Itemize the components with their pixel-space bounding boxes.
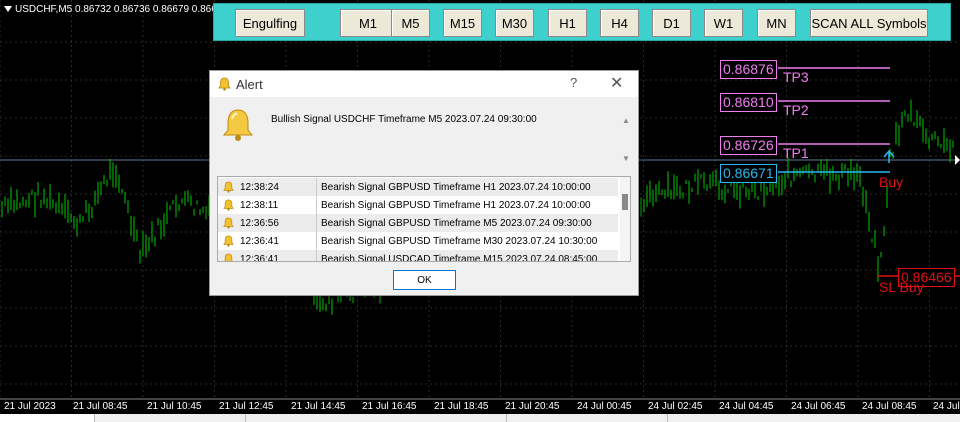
x-tick-label: 24 Jul <box>933 401 960 412</box>
list-item-message: Bearish Signal GBPUSD Timeframe H1 2023.… <box>321 200 591 211</box>
tp3-tag: TP3 <box>783 69 809 85</box>
m5-button[interactable]: M5 <box>391 9 430 37</box>
bell-icon <box>223 199 234 211</box>
w1-button[interactable]: W1 <box>704 9 743 37</box>
list-item-time: 12:36:41 <box>240 254 279 262</box>
list-item-time: 12:36:56 <box>240 218 279 229</box>
scrollbar-thumb[interactable] <box>622 194 628 210</box>
d1-button[interactable]: D1 <box>652 9 691 37</box>
chart-tab[interactable] <box>95 414 246 422</box>
x-tick-label: 24 Jul 00:45 <box>577 401 632 412</box>
chart-tab-strip[interactable] <box>0 414 960 422</box>
timeframe-toolbar: Engulfing M1 M5 M15 M30 H1 H4 D1 W1 MN S… <box>213 3 951 41</box>
tp2-tag: TP2 <box>783 102 809 118</box>
large-bell-icon <box>222 109 254 141</box>
symbol-quote-text: USDCHF,M5 0.86732 0.86736 0.86679 0.8669… <box>15 4 228 15</box>
x-tick-label: 21 Jul 2023 <box>4 401 56 412</box>
x-tick-label: 24 Jul 08:45 <box>862 401 917 412</box>
x-tick-label: 21 Jul 12:45 <box>219 401 274 412</box>
tp1-price-label: 0.86726 <box>720 136 777 155</box>
scroll-down-icon[interactable]: ▼ <box>622 154 630 163</box>
bell-icon <box>223 235 234 247</box>
alert-message-text: Bullish Signal USDCHF Timeframe M5 2023.… <box>271 114 537 125</box>
tp2-price-label: 0.86810 <box>720 93 777 112</box>
m30-button[interactable]: M30 <box>495 9 534 37</box>
h4-button[interactable]: H4 <box>600 9 639 37</box>
symbol-title: USDCHF,M5 0.86732 0.86736 0.86679 0.8669… <box>4 4 228 15</box>
current-price-marker <box>955 155 960 165</box>
x-tick-label: 21 Jul 20:45 <box>505 401 560 412</box>
alert-dialog: Alert ? ✕ Bullish Signal USDCHF Timefram… <box>209 70 639 296</box>
x-tick-label: 24 Jul 02:45 <box>648 401 703 412</box>
chart-tab[interactable] <box>246 414 507 422</box>
list-item[interactable]: 12:36:41 Bearish Signal GBPUSD Timeframe… <box>218 232 618 250</box>
chart-tab[interactable] <box>0 414 95 422</box>
scroll-up-icon[interactable]: ▲ <box>622 116 630 125</box>
alert-message-area: Bullish Signal USDCHF Timeframe M5 2023.… <box>217 104 631 170</box>
list-item-message: Bearish Signal USDCAD Timeframe M15 2023… <box>321 254 598 262</box>
chart-tab[interactable] <box>507 414 668 422</box>
x-tick-label: 21 Jul 10:45 <box>147 401 202 412</box>
tp3-price-label: 0.86876 <box>720 60 777 79</box>
tp1-tag: TP1 <box>783 145 809 161</box>
bell-icon <box>218 77 231 91</box>
x-tick-label: 24 Jul 06:45 <box>791 401 846 412</box>
list-item[interactable]: 12:36:56 Bearish Signal GBPUSD Timeframe… <box>218 214 618 232</box>
scan-all-symbols-button[interactable]: SCAN ALL Symbols <box>810 9 928 37</box>
bell-icon <box>223 217 234 229</box>
h1-button[interactable]: H1 <box>548 9 587 37</box>
list-item[interactable]: 12:36:41 Bearish Signal USDCAD Timeframe… <box>218 250 618 262</box>
x-tick-label: 24 Jul 04:45 <box>719 401 774 412</box>
alert-history-list[interactable]: 12:38:24 Bearish Signal GBPUSD Timeframe… <box>217 176 631 262</box>
close-button[interactable]: ✕ <box>610 73 623 93</box>
entry-price-label: 0.86671 <box>720 164 777 183</box>
list-item-message: Bearish Signal GBPUSD Timeframe H1 2023.… <box>321 182 591 193</box>
sl-buy-tag: SL Buy <box>879 279 924 295</box>
engulfing-button[interactable]: Engulfing <box>235 9 305 37</box>
mn-button[interactable]: MN <box>757 9 796 37</box>
x-tick-label: 21 Jul 14:45 <box>291 401 346 412</box>
x-tick-label: 21 Jul 16:45 <box>362 401 417 412</box>
dialog-titlebar[interactable]: Alert ? ✕ <box>210 71 638 97</box>
ok-button[interactable]: OK <box>393 270 456 290</box>
bell-icon <box>223 181 234 193</box>
m1-button[interactable]: M1 <box>340 9 396 37</box>
list-item-time: 12:38:11 <box>240 200 279 211</box>
list-item[interactable]: 12:38:11 Bearish Signal GBPUSD Timeframe… <box>218 196 618 214</box>
list-item-time: 12:36:41 <box>240 236 279 247</box>
list-item[interactable]: 12:38:24 Bearish Signal GBPUSD Timeframe… <box>218 178 618 196</box>
list-item-message: Bearish Signal GBPUSD Timeframe M30 2023… <box>321 236 598 247</box>
dropdown-triangle-icon <box>4 6 12 13</box>
x-tick-label: 21 Jul 08:45 <box>73 401 128 412</box>
list-scrollbar[interactable] <box>620 177 630 261</box>
m15-button[interactable]: M15 <box>443 9 482 37</box>
buy-tag: Buy <box>879 174 904 190</box>
dialog-title: Alert <box>236 77 263 92</box>
x-tick-label: 21 Jul 18:45 <box>434 401 489 412</box>
list-item-time: 12:38:24 <box>240 182 279 193</box>
list-item-message: Bearish Signal GBPUSD Timeframe M5 2023.… <box>321 218 592 229</box>
bell-icon <box>224 253 233 261</box>
help-button[interactable]: ? <box>570 75 577 90</box>
